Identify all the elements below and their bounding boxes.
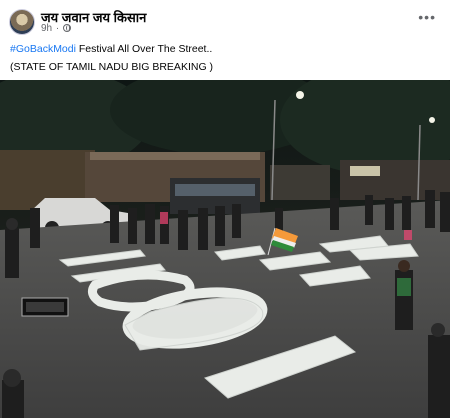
page-avatar[interactable] <box>9 9 35 35</box>
post-text-line-1: #GoBackModi Festival All Over The Street… <box>10 43 212 55</box>
post-text-rest: Festival All Over The Street.. <box>75 43 213 55</box>
more-options-icon[interactable]: ••• <box>418 10 436 24</box>
post-time[interactable]: 9h <box>41 23 52 34</box>
post-text-line-2: (STATE OF TAMIL NADU BIG BREAKING ) <box>10 61 214 73</box>
street-photo <box>0 80 450 418</box>
hashtag-link[interactable]: #GoBackModi <box>10 43 76 55</box>
post-header: जय जवान जय किसान 9h · ••• <box>0 0 450 38</box>
post-photo[interactable] <box>0 80 450 418</box>
post-meta: 9h · <box>41 23 72 34</box>
meta-separator: · <box>55 23 60 34</box>
globe-icon <box>63 24 72 32</box>
